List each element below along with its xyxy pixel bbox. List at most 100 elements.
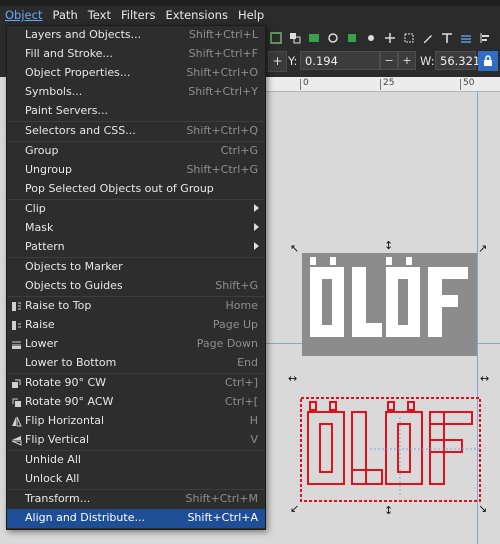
resize-handle-sw[interactable]: ↙	[290, 503, 299, 514]
menu-item-transform[interactable]: Transform... Shift+Ctrl+M	[7, 490, 265, 509]
ruler-tick: 0	[300, 79, 309, 90]
menu-item-align-and-distribute[interactable]: Align and Distribute... Shift+Ctrl+A	[7, 509, 265, 528]
menu-text[interactable]: Text	[83, 6, 116, 25]
menu-item-label: Pop Selected Objects out of Group	[25, 182, 214, 195]
menu-item-label: Group	[25, 144, 59, 157]
menu-item-label: Flip Horizontal	[25, 414, 105, 427]
group-icon[interactable]	[285, 28, 304, 47]
menu-item-rotate-cw[interactable]: Rotate 90° CW Ctrl+]	[7, 374, 265, 393]
menu-path[interactable]: Path	[47, 6, 82, 25]
menu-item-layers-and-objects[interactable]: Layers and Objects... Shift+Ctrl+L	[7, 26, 265, 45]
menu-item-shortcut: End	[237, 356, 258, 369]
menu-item-label: Pattern	[25, 240, 65, 253]
menu-extensions[interactable]: Extensions	[160, 6, 232, 25]
resize-handle-ne[interactable]: ↗	[478, 243, 487, 254]
menu-item-objects-to-marker[interactable]: Objects to Marker	[7, 258, 265, 277]
resize-handle-s[interactable]: ↕	[384, 505, 393, 516]
menu-item-label: Transform...	[25, 492, 91, 505]
menu-item-selectors-and-css[interactable]: Selectors and CSS... Shift+Ctrl+Q	[7, 122, 265, 141]
y-decrement-button[interactable]: −	[380, 51, 398, 70]
link-icon[interactable]	[361, 28, 380, 47]
submenu-arrow-icon	[254, 204, 259, 212]
rotate-acw-icon	[11, 397, 22, 408]
resize-handle-se[interactable]: ↘	[478, 503, 487, 514]
command-icon-row	[266, 28, 500, 47]
lock-ratio-button[interactable]	[478, 51, 498, 71]
crosshair-icon[interactable]	[380, 28, 399, 47]
layers-icon[interactable]	[456, 28, 475, 47]
menu-item-rotate-acw[interactable]: Rotate 90° ACW Ctrl+[	[7, 393, 265, 412]
menu-item-symbols[interactable]: Symbols... Shift+Ctrl+Y	[7, 83, 265, 102]
submenu-arrow-icon	[254, 242, 259, 250]
menu-item-shortcut: Shift+Ctrl+O	[186, 66, 258, 79]
menu-filters[interactable]: Filters	[116, 6, 160, 25]
menu-item-mask[interactable]: Mask	[7, 219, 265, 238]
y-field[interactable]: 0.194	[300, 51, 380, 70]
menu-item-shortcut: Shift+G	[215, 279, 258, 292]
menu-item-raise[interactable]: Raise Page Up	[7, 316, 265, 335]
menu-item-ungroup[interactable]: Ungroup Shift+Ctrl+G	[7, 161, 265, 180]
menu-item-shortcut: Shift+Ctrl+M	[185, 492, 259, 505]
menu-item-paint-servers[interactable]: Paint Servers...	[7, 102, 265, 121]
olof-logo-gray-icon	[302, 253, 477, 356]
raise-to-top-icon	[11, 301, 22, 312]
import-icon[interactable]	[266, 28, 285, 47]
resize-handle-n[interactable]: ↕	[384, 240, 393, 251]
menu-item-flip-horizontal[interactable]: Flip Horizontal H	[7, 412, 265, 431]
menu-object[interactable]: Object	[0, 6, 47, 25]
menu-item-label: Raise to Top	[25, 299, 92, 312]
menu-item-unhide-all[interactable]: Unhide All	[7, 451, 265, 470]
menu-item-shortcut: Shift+Ctrl+F	[188, 47, 258, 60]
rect-select-icon[interactable]	[399, 28, 418, 47]
menu-item-lower-to-bottom[interactable]: Lower to Bottom End	[7, 354, 265, 373]
objects-icon[interactable]	[323, 28, 342, 47]
menu-item-shortcut: Ctrl+G	[220, 144, 258, 157]
edit-icon[interactable]	[418, 28, 437, 47]
coordinate-row: + Y: 0.194 − + W: 56.321	[266, 50, 500, 72]
flip-horizontal-icon	[11, 416, 22, 427]
gray-logo-object[interactable]	[302, 253, 477, 356]
menu-item-shortcut: Shift+Ctrl+L	[188, 28, 258, 41]
menu-item-fill-and-stroke[interactable]: Fill and Stroke... Shift+Ctrl+F	[7, 45, 265, 64]
menu-item-flip-vertical[interactable]: Flip Vertical V	[7, 431, 265, 450]
paint-bucket-icon[interactable]	[304, 28, 323, 47]
menu-help[interactable]: Help	[233, 6, 269, 25]
node-icon[interactable]	[342, 28, 361, 47]
y-increment-button[interactable]: +	[398, 51, 416, 70]
menu-item-shortcut: Ctrl+[	[224, 395, 258, 408]
menu-item-label: Paint Servers...	[25, 104, 109, 117]
olof-logo-outline-icon	[300, 397, 481, 502]
menu-item-pop-out-of-group[interactable]: Pop Selected Objects out of Group	[7, 180, 265, 199]
resize-handle-e[interactable]: ↔	[480, 373, 489, 384]
menu-item-shortcut: Ctrl+]	[224, 376, 258, 389]
menu-item-shortcut: Page Down	[196, 337, 258, 350]
menu-item-shortcut: Shift+Ctrl+Y	[188, 85, 258, 98]
menu-item-shortcut: H	[249, 414, 258, 427]
menu-item-clip[interactable]: Clip	[7, 200, 265, 219]
menu-item-label: Lower	[25, 337, 58, 350]
menu-item-label: Symbols...	[25, 85, 83, 98]
submenu-arrow-icon	[254, 223, 259, 231]
menu-item-shortcut: V	[250, 433, 258, 446]
menu-item-pattern[interactable]: Pattern	[7, 238, 265, 257]
menu-item-objects-to-guides[interactable]: Objects to Guides Shift+G	[7, 277, 265, 296]
menu-item-raise-to-top[interactable]: Raise to Top Home	[7, 297, 265, 316]
menu-item-group[interactable]: Group Ctrl+G	[7, 142, 265, 161]
w-field[interactable]: 56.321	[435, 51, 480, 70]
align-icon[interactable]	[475, 28, 494, 47]
increment-arrow[interactable]: +	[268, 51, 287, 72]
resize-handle-w[interactable]: ↔	[288, 373, 297, 384]
ruler-tick: 50	[460, 79, 474, 90]
object-menu: Layers and Objects... Shift+Ctrl+L Fill …	[6, 25, 266, 530]
menu-item-label: Raise	[25, 318, 55, 331]
menu-item-label: Mask	[25, 221, 54, 234]
red-outline-logo-object[interactable]	[300, 397, 481, 502]
resize-handle-nw[interactable]: ↖	[290, 243, 299, 254]
menu-item-unlock-all[interactable]: Unlock All	[7, 470, 265, 489]
text-tool-icon[interactable]	[437, 28, 456, 47]
menu-item-object-properties[interactable]: Object Properties... Shift+Ctrl+O	[7, 64, 265, 83]
menu-item-label: Clip	[25, 202, 46, 215]
menu-item-label: Lower to Bottom	[25, 356, 117, 369]
menu-item-shortcut: Shift+Ctrl+A	[187, 511, 258, 524]
menu-item-lower[interactable]: Lower Page Down	[7, 335, 265, 354]
